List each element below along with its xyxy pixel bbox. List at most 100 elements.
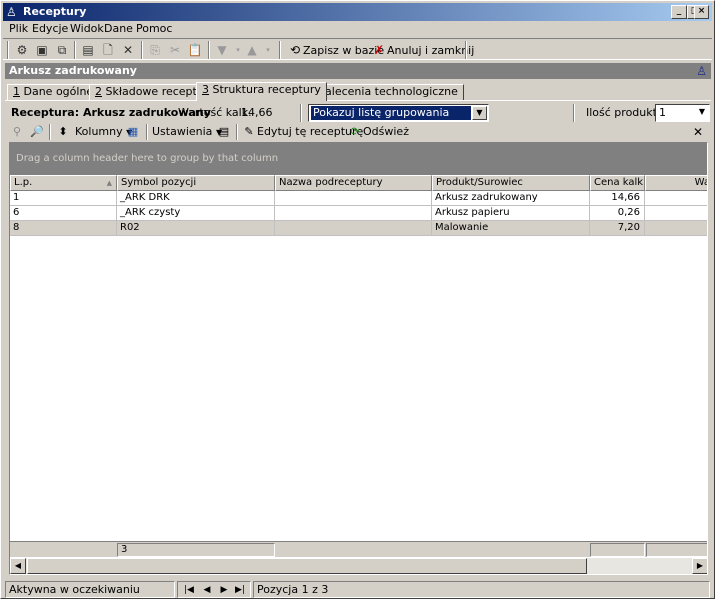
title-bar: ♙ Receptury _ □ × xyxy=(3,3,712,21)
table-row[interactable]: 8 R02 Malowanie 7,20 xyxy=(10,221,707,236)
scroll-right-icon[interactable]: ▶ xyxy=(692,558,707,574)
chevron-down-icon[interactable]: ▼ xyxy=(696,106,708,120)
horizontal-scrollbar[interactable]: ◀ ▶ xyxy=(10,558,707,574)
main-toolbar: ⚙ ▣ ⧉ ▤ 🗋 ✕ ⎘ ✂ 📋 ▼ ▾ ▲ ▾ ⟲ Zapisz w bazi… xyxy=(3,38,712,60)
summary-wa xyxy=(646,543,707,557)
menu-edycje[interactable]: Edycje xyxy=(32,22,68,36)
chevron-down-icon[interactable]: ▼ xyxy=(472,106,487,120)
save-db-icon: ⟲ xyxy=(289,43,301,57)
new-document-icon[interactable]: 🗋 xyxy=(99,41,117,59)
qty-value: 1 xyxy=(659,106,666,119)
next-record-icon[interactable]: ▶ xyxy=(217,584,231,597)
cell-produkt: Arkusz zadrukowany xyxy=(432,191,590,206)
close-button[interactable]: × xyxy=(694,5,709,19)
tab-number: 1 xyxy=(13,85,20,98)
separator xyxy=(236,124,238,140)
copy-doc-icon[interactable]: ⧉ xyxy=(53,41,71,59)
grid-header: L.p. ▲ Symbol pozycji Nazwa podreceptury … xyxy=(10,175,707,191)
cut-icon[interactable]: ✂ xyxy=(166,41,184,59)
menu-pomoc[interactable]: Pomoc xyxy=(136,22,172,36)
cell-nazwa xyxy=(275,191,432,206)
refresh-icon: ⟳ xyxy=(350,125,360,138)
menu-plik[interactable]: Plik xyxy=(9,22,28,36)
properties-icon[interactable]: ▤ xyxy=(216,124,232,140)
receptury-window: ♙ Receptury _ □ × Plik Edycje Widok Dane… xyxy=(0,0,715,599)
cell-produkt: Arkusz papieru xyxy=(432,206,590,221)
header-produkt[interactable]: Produkt/Surowiec xyxy=(432,175,590,191)
tab-struktura-receptury[interactable]: 3 Struktura receptury xyxy=(196,82,327,101)
tab-label: Dane ogólne xyxy=(20,85,94,98)
header-cena[interactable]: Cena kalk. xyxy=(590,175,645,191)
cell-wa xyxy=(645,191,707,206)
menu-bar: Plik Edycje Widok Dane Pomoc xyxy=(3,21,712,37)
save-icon[interactable]: ▣ xyxy=(33,41,51,59)
chevron-down-icon[interactable]: ▾ xyxy=(259,41,277,59)
tab-dane-ogolne[interactable]: 1 Dane ogólne xyxy=(7,84,100,100)
tab-strip: 1 Dane ogólne 2 Składowe receptury 3 Str… xyxy=(5,82,711,101)
grouping-select[interactable]: Pokazuj listę grupowania ▼ xyxy=(308,104,489,122)
tab-divider xyxy=(5,100,711,101)
recipe-structure-grid: Drag a column header here to group by th… xyxy=(9,142,708,575)
cell-wa xyxy=(645,221,707,236)
header-lp[interactable]: L.p. ▲ xyxy=(10,175,117,191)
group-hint: Drag a column header here to group by th… xyxy=(16,153,279,164)
connect-icon[interactable]: ⚙ xyxy=(13,41,31,59)
cell-symbol: R02 xyxy=(117,221,275,236)
status-state: Aktywna w oczekiwaniu xyxy=(5,581,175,598)
search-icon[interactable]: 🔎 xyxy=(29,124,45,140)
copy-icon[interactable]: ⎘ xyxy=(146,41,164,59)
group-by-panel[interactable]: Drag a column header here to group by th… xyxy=(10,143,707,175)
tab-number: 2 xyxy=(95,85,102,98)
close-panel-icon[interactable]: ✕ xyxy=(693,124,703,140)
settings-button[interactable]: Ustawienia ▼ xyxy=(152,124,222,140)
header-wa[interactable]: Wa xyxy=(645,175,707,191)
edit-icon: ✎ xyxy=(244,125,254,138)
table-row[interactable]: 1 _ARK DRK Arkusz zadrukowany 14,66 xyxy=(10,191,707,206)
cancel-icon: ✗ xyxy=(373,43,385,57)
scroll-thumb[interactable] xyxy=(27,558,587,574)
delete-icon[interactable]: ✕ xyxy=(119,41,137,59)
columns-label: Kolumny xyxy=(75,125,123,138)
last-record-icon[interactable]: ▶| xyxy=(233,584,247,597)
paste-icon[interactable]: 📋 xyxy=(186,41,204,59)
separator xyxy=(300,104,302,122)
tab-label: Struktura receptury xyxy=(209,83,321,96)
cell-lp: 8 xyxy=(10,221,117,236)
first-record-icon[interactable]: |◀ xyxy=(182,584,196,597)
grid-summary-row: 3 xyxy=(10,541,707,557)
menu-widok[interactable]: Widok xyxy=(70,22,104,36)
prev-record-icon[interactable]: ◀ xyxy=(200,584,214,597)
tab-label: Zalecenia technologiczne xyxy=(314,85,458,98)
menu-dane[interactable]: Dane xyxy=(104,22,133,36)
separator xyxy=(573,104,575,122)
minimize-button[interactable]: _ xyxy=(671,5,687,19)
cell-nazwa xyxy=(275,221,432,236)
header-symbol[interactable]: Symbol pozycji xyxy=(117,175,275,191)
receptura-info-row: Receptura: Arkusz zadrukowany Wartość ka… xyxy=(5,104,711,122)
cell-lp: 1 xyxy=(10,191,117,206)
cell-cena: 14,66 xyxy=(590,191,645,206)
qty-select[interactable]: 1 ▼ xyxy=(655,104,710,122)
columns-button[interactable]: Kolumny ▼ xyxy=(75,124,132,140)
refresh-button[interactable]: ⟳ Odśwież xyxy=(347,124,409,140)
document-header: Arkusz zadrukowany ♙ xyxy=(5,63,711,79)
refresh-label: Odśwież xyxy=(363,125,409,138)
separator xyxy=(49,124,51,140)
summary-cena xyxy=(590,543,645,557)
table-row[interactable]: 6 _ARK czysty Arkusz papieru 0,26 xyxy=(10,206,707,221)
grid-view-icon[interactable]: ▦ xyxy=(125,124,141,140)
edit-recipe-button[interactable]: ✎ Edytuj tę recepturę xyxy=(241,124,363,140)
header-nazwa[interactable]: Nazwa podreceptury xyxy=(275,175,432,191)
cancel-close-button[interactable]: ✗ Anuluj i zamknij xyxy=(371,41,474,59)
binoculars-icon[interactable]: ⚲ xyxy=(9,124,25,140)
separator xyxy=(146,124,148,140)
properties-icon[interactable]: ▤ xyxy=(79,41,97,59)
sort-icon[interactable]: ⬍ xyxy=(55,124,71,140)
save-to-db-button[interactable]: ⟲ Zapisz w bazie xyxy=(287,41,384,59)
window-title: Receptury xyxy=(23,5,87,18)
cell-wa xyxy=(645,206,707,221)
toolbar-separator xyxy=(465,41,467,59)
person-icon[interactable]: ♙ xyxy=(696,63,707,79)
scroll-left-icon[interactable]: ◀ xyxy=(10,558,26,574)
header-lp-label: L.p. xyxy=(14,177,33,188)
